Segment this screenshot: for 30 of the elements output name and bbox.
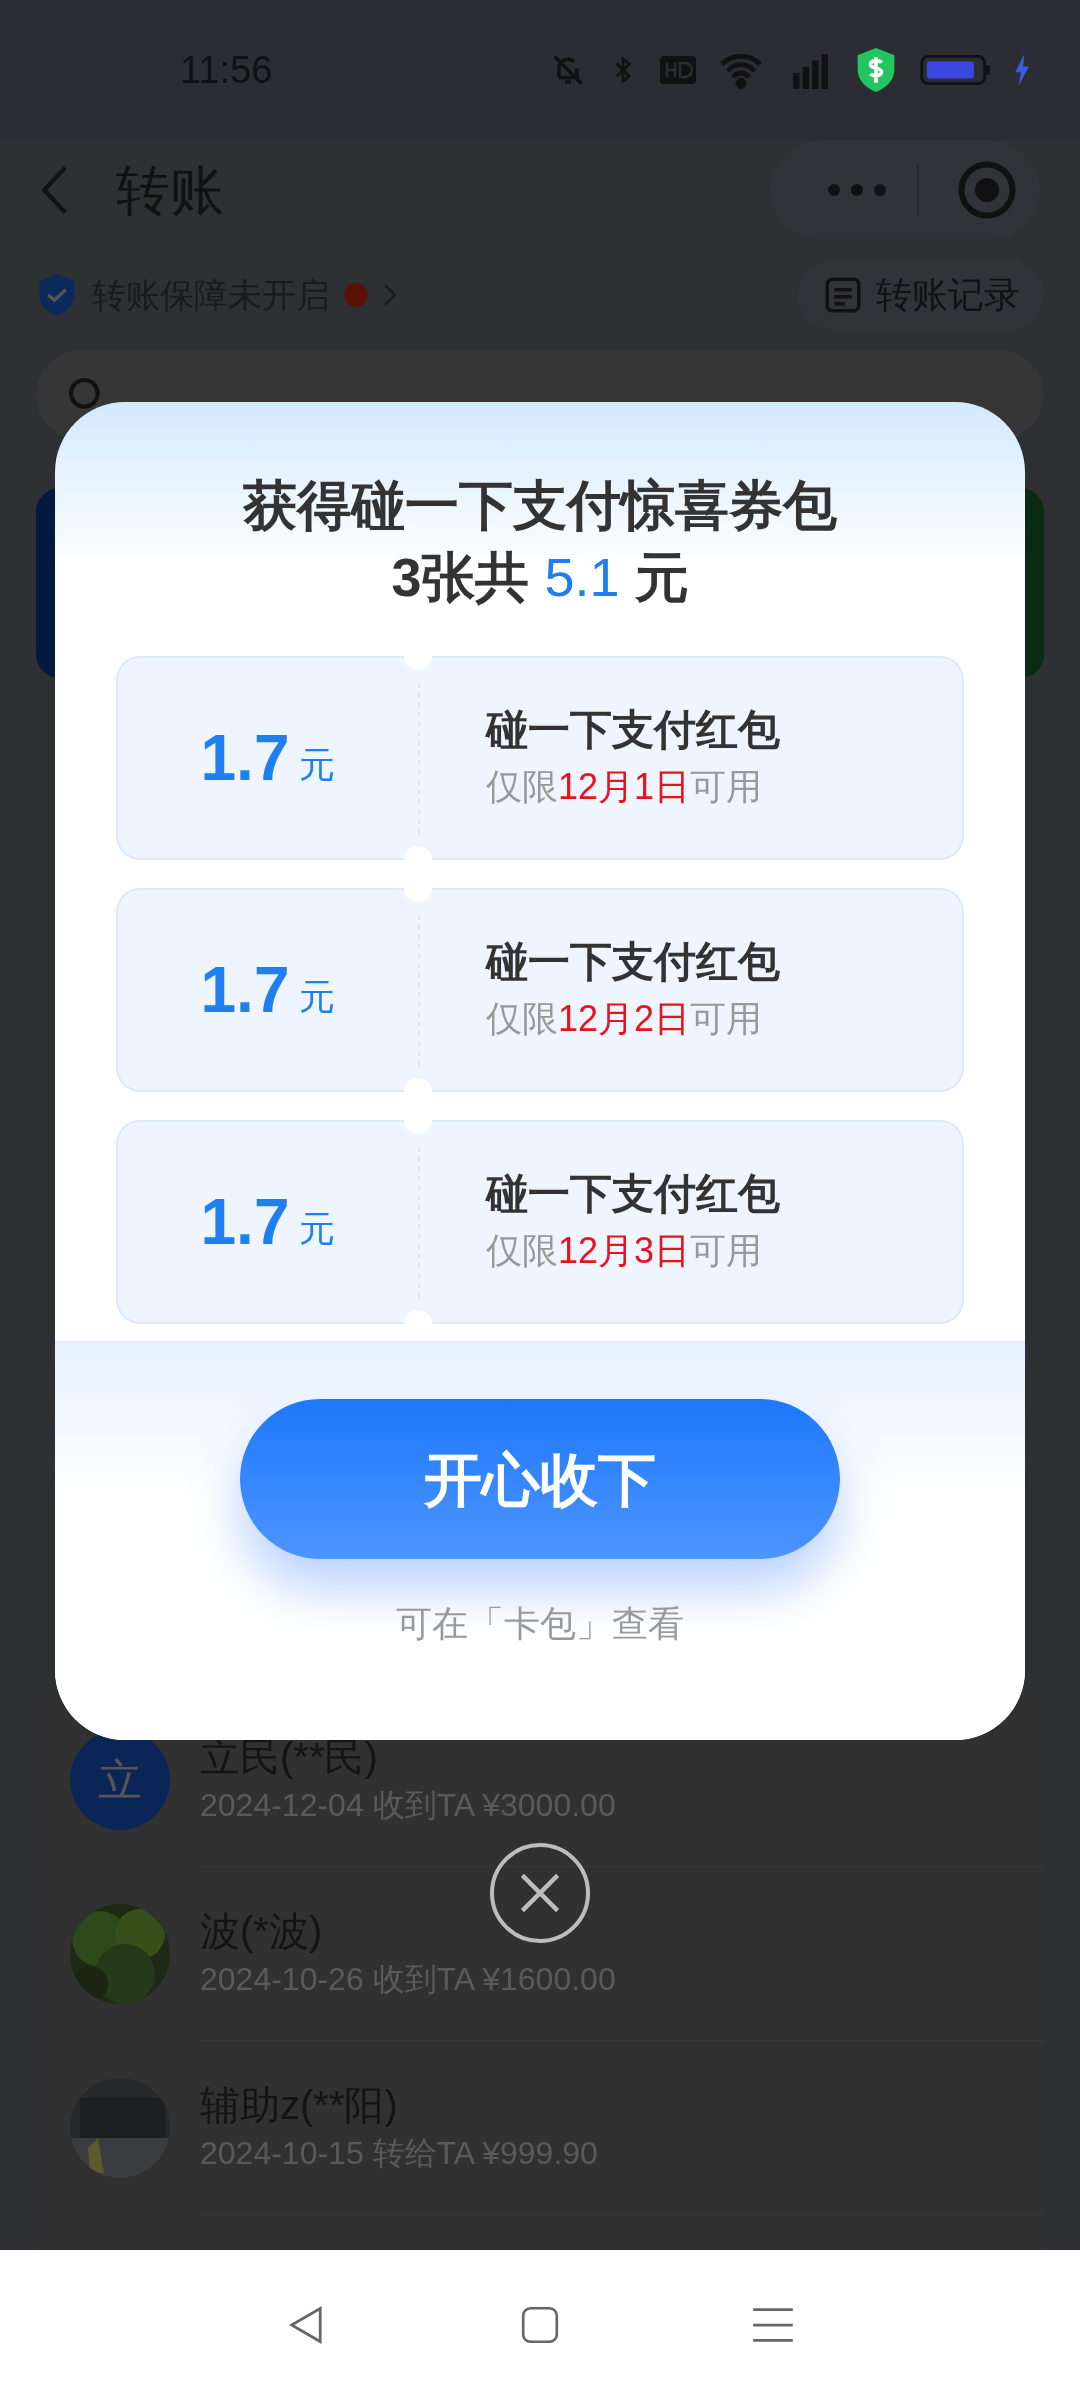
home-nav-icon[interactable] <box>519 2304 561 2346</box>
hd-icon <box>660 55 696 85</box>
chevron-right-icon <box>384 284 396 306</box>
close-icon <box>518 1871 562 1915</box>
coupon-amount: 1.7 <box>200 720 290 796</box>
card-wallet-hint: 可在「卡包」查看 <box>396 1602 684 1646</box>
coupon-notch <box>404 1119 432 1134</box>
charging-icon <box>1014 53 1030 87</box>
dialog-title: 获得碰一下支付惊喜券包 <box>243 474 837 537</box>
coupon-validity: 仅限12月1日可用 <box>486 765 764 810</box>
coupon-unit: 元 <box>299 1206 336 1251</box>
coupon-validity: 仅限12月3日可用 <box>486 1229 764 1274</box>
coupon-name: 碰一下支付红包 <box>486 937 781 988</box>
coupon-notch <box>404 1077 432 1092</box>
wifi-icon <box>718 51 764 89</box>
accept-button[interactable]: 开心收下 <box>240 1399 840 1559</box>
coupon-amount: 1.7 <box>200 1184 290 1260</box>
coupon-name: 碰一下支付红包 <box>486 1169 781 1220</box>
coupon-notch <box>404 1309 432 1324</box>
coupon-unit: 元 <box>299 742 336 787</box>
battery-icon <box>920 55 992 85</box>
coupon-amount: 1.7 <box>200 952 290 1028</box>
dialog-subtitle: 3张共 5.1 元 <box>391 546 689 610</box>
coupon-validity: 仅限12月2日可用 <box>486 997 764 1042</box>
coupon-name: 碰一下支付红包 <box>486 705 781 756</box>
coupon-unit: 元 <box>299 974 336 1019</box>
coupon-notch <box>404 655 432 670</box>
coupon-notch <box>404 845 432 860</box>
close-button[interactable] <box>490 1843 590 1943</box>
coupon-notch <box>404 887 432 902</box>
